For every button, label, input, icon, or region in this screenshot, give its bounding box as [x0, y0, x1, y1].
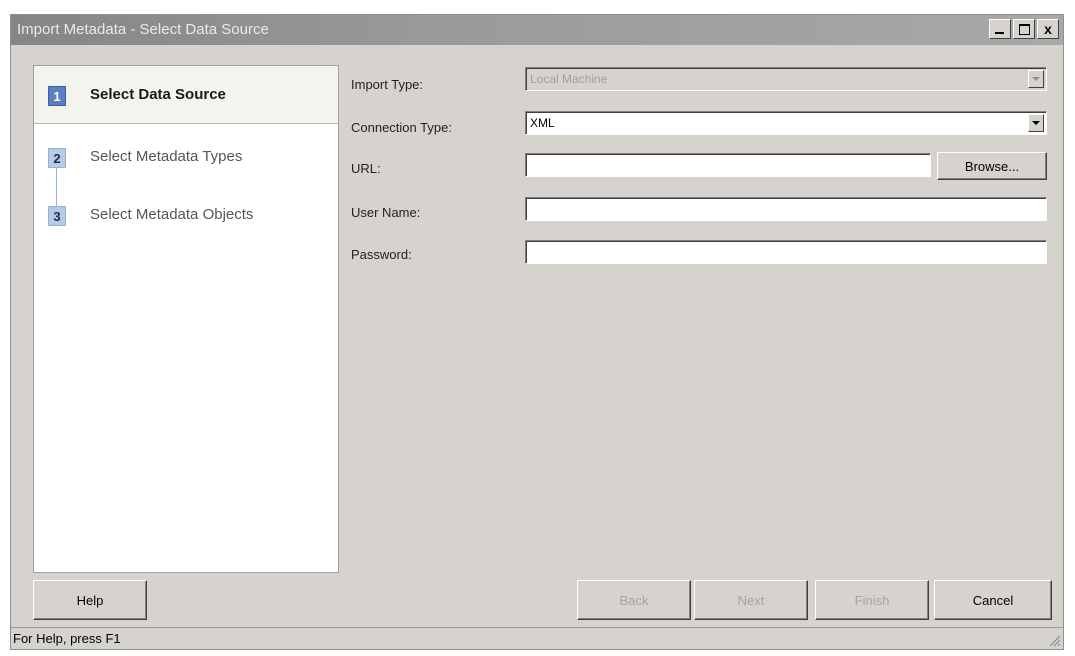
import-type-label: Import Type:: [351, 77, 424, 92]
step-number-badge: 1: [48, 86, 66, 106]
step-label: Select Data Source: [90, 86, 226, 103]
chevron-down-icon: [1032, 121, 1040, 125]
title-bar[interactable]: Import Metadata - Select Data Source x: [11, 15, 1063, 45]
step-label: Select Metadata Types: [90, 148, 243, 165]
password-label: Password:: [351, 247, 412, 262]
wizard-step-select-metadata-objects[interactable]: 3 Select Metadata Objects: [34, 182, 338, 240]
window-title: Import Metadata - Select Data Source: [17, 21, 269, 38]
step-label: Select Metadata Objects: [90, 206, 254, 223]
minimize-button[interactable]: [989, 19, 1011, 39]
connection-type-value: XML: [530, 116, 555, 130]
status-text: For Help, press F1: [13, 631, 121, 646]
finish-button[interactable]: Finish: [815, 580, 929, 620]
step-number-badge: 2: [48, 148, 66, 168]
connection-type-combo[interactable]: XML: [525, 111, 1047, 135]
back-button[interactable]: Back: [577, 580, 691, 620]
maximize-icon: [1019, 24, 1030, 35]
browse-button[interactable]: Browse...: [937, 152, 1047, 180]
status-bar: For Help, press F1: [11, 627, 1063, 649]
url-label: URL:: [351, 161, 381, 176]
import-type-value: Local Machine: [530, 72, 608, 86]
help-button[interactable]: Help: [33, 580, 147, 620]
cancel-button[interactable]: Cancel: [934, 580, 1052, 620]
url-input[interactable]: [525, 153, 931, 177]
password-input[interactable]: [525, 240, 1047, 264]
next-button[interactable]: Next: [694, 580, 808, 620]
step-number-badge: 3: [48, 206, 66, 226]
user-name-input[interactable]: [525, 197, 1047, 221]
import-type-dropdown-button: [1028, 70, 1044, 88]
import-metadata-dialog: Import Metadata - Select Data Source x 1…: [10, 14, 1064, 650]
user-name-label: User Name:: [351, 205, 421, 220]
wizard-steps-panel: 1 Select Data Source 2 Select Metadata T…: [33, 65, 339, 573]
resize-grip-icon[interactable]: [1047, 633, 1061, 647]
minimize-icon: [995, 32, 1004, 34]
connection-type-dropdown-button[interactable]: [1028, 114, 1044, 132]
wizard-step-select-metadata-types[interactable]: 2 Select Metadata Types: [34, 124, 338, 182]
close-button[interactable]: x: [1037, 19, 1059, 39]
chevron-down-icon: [1032, 77, 1040, 81]
import-type-combo: Local Machine: [525, 67, 1047, 91]
connection-type-label: Connection Type:: [351, 120, 452, 135]
close-icon: x: [1044, 21, 1052, 37]
maximize-button[interactable]: [1013, 19, 1035, 39]
window-controls: x: [987, 19, 1059, 39]
wizard-step-select-data-source[interactable]: 1 Select Data Source: [34, 66, 338, 124]
